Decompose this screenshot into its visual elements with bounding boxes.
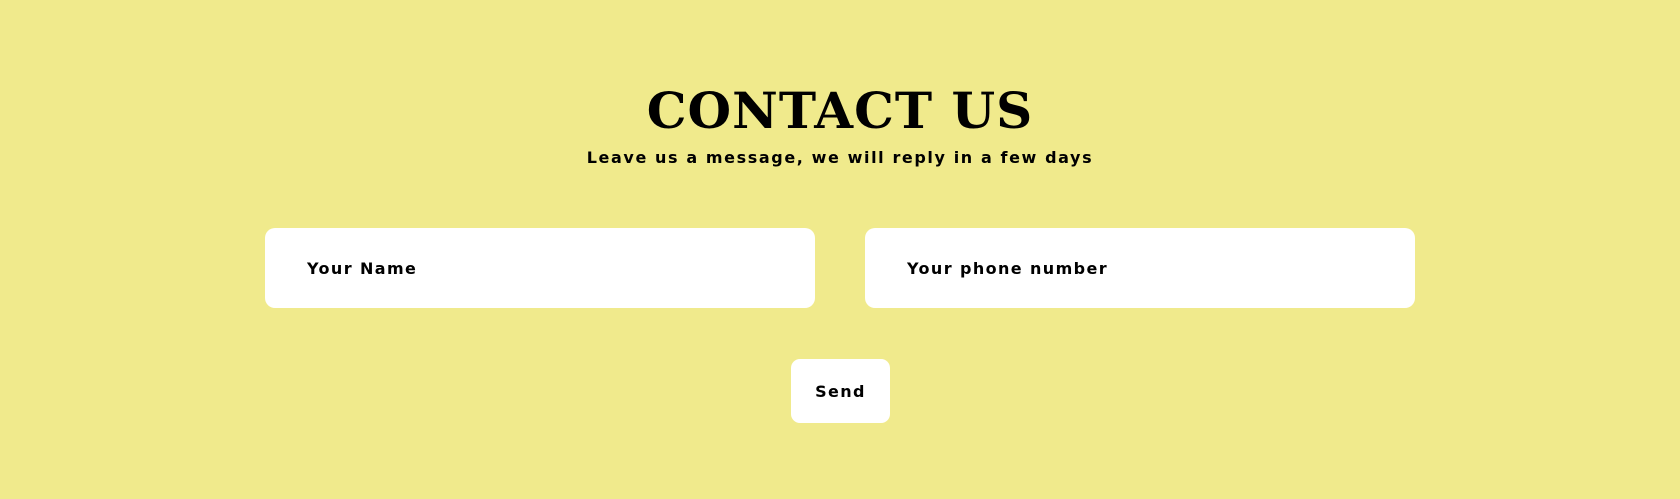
name-input[interactable] xyxy=(265,228,815,308)
contact-title: Contact us xyxy=(646,81,1034,140)
contact-section: Contact us Leave us a message, we will r… xyxy=(0,0,1680,499)
contact-subtitle: Leave us a message, we will reply in a f… xyxy=(586,148,1094,167)
send-button[interactable]: Send xyxy=(791,359,890,423)
phone-input[interactable] xyxy=(865,228,1415,308)
